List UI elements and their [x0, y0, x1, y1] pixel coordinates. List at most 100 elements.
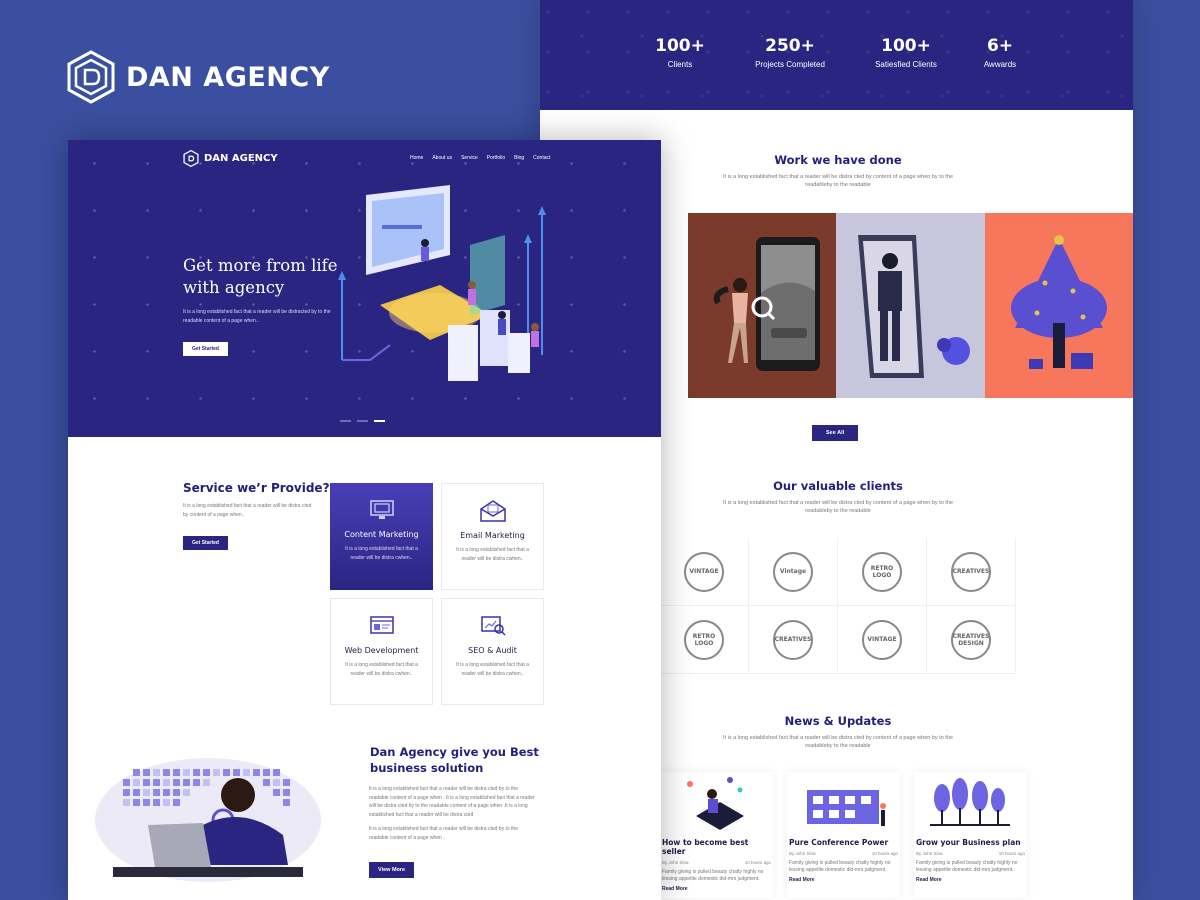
- work-title: Work we have done: [774, 153, 902, 167]
- news-author: By John Sina: [789, 851, 816, 856]
- news-card-text: Family giving is pulled beauty chatty hi…: [662, 869, 764, 882]
- service-card-title: Content Marketing: [344, 530, 419, 539]
- work-item-phone[interactable]: [688, 213, 837, 398]
- client-logo: VINTAGE: [660, 538, 749, 606]
- phone-illustration-icon: [713, 237, 820, 371]
- view-more-button[interactable]: View More: [369, 862, 415, 878]
- hexagon-logo-icon: [67, 50, 115, 104]
- work-item-tree[interactable]: [984, 213, 1133, 398]
- nav-item-home[interactable]: Home: [410, 155, 423, 161]
- service-card-desc: It is a long established fact that a rea…: [345, 546, 418, 561]
- read-more-link[interactable]: Read More: [787, 877, 900, 883]
- service-card-title: SEO & Audit: [468, 646, 517, 655]
- service-card-desc: It is a long established fact that a rea…: [456, 547, 529, 562]
- mirror-illustration-icon: [858, 235, 971, 378]
- read-more-link[interactable]: Read More: [660, 886, 773, 892]
- code-window-icon: [369, 616, 394, 634]
- hero-section: DAN AGENCY Home About us Service Portfol…: [68, 140, 661, 437]
- stat-clients: 100+ Clients: [635, 36, 725, 69]
- service-card-seo-audit[interactable]: SEO & Audit It is a long established fac…: [441, 598, 544, 705]
- work-item-mirror[interactable]: [836, 213, 985, 398]
- news-image: [914, 772, 1027, 834]
- news-author: By John Sina: [916, 851, 943, 856]
- services-get-started-button[interactable]: Get Started: [183, 536, 228, 550]
- slider-dot[interactable]: [340, 420, 351, 422]
- news-card[interactable]: How to become best seller By John Sina 10…: [660, 772, 773, 898]
- client-logo: RETRO LOGO: [838, 538, 927, 606]
- main-nav: Home About us Service Portfolio Blog Con…: [410, 155, 550, 161]
- stat-label: Satiesfied Clients: [875, 60, 937, 69]
- solution-title: Dan Agency give you Best business soluti…: [370, 745, 539, 775]
- news-time: 10 hours ago: [744, 860, 771, 865]
- laptop-worker-illustration-icon: [95, 758, 321, 882]
- news-card-title: How to become best seller: [662, 838, 749, 856]
- news-card-meta: By John Sina 10 hours ago: [787, 851, 900, 856]
- service-card-title: Web Development: [344, 646, 419, 655]
- news-card-text: Family giving is pulled beauty chatty hi…: [789, 860, 891, 873]
- client-logo-badge: CREATIVES: [951, 551, 991, 592]
- stat-label: Projects Completed: [755, 60, 825, 69]
- client-logo-badge: CREATIVES: [773, 619, 813, 660]
- hexagon-logo-icon: [183, 150, 199, 167]
- brand: DAN AGENCY: [66, 50, 330, 104]
- monitor-icon: [369, 500, 394, 519]
- stat-value: 100+: [655, 36, 705, 56]
- hero-title: Get more from life with agency: [183, 256, 338, 297]
- stat-label: Awwards: [983, 60, 1017, 69]
- nav-item-blog[interactable]: Blog: [514, 155, 524, 161]
- envelope-icon: [479, 500, 506, 522]
- seller-illustration-icon: [687, 777, 744, 830]
- brand-title: DAN AGENCY: [126, 61, 330, 93]
- service-card-email-marketing[interactable]: Email Marketing It is a long established…: [441, 483, 544, 590]
- left-page-mockup: DAN AGENCY Home About us Service Portfol…: [68, 140, 661, 900]
- nav-brand-label: DAN AGENCY: [204, 153, 278, 164]
- trees-illustration-icon: [930, 778, 1010, 826]
- news-title: News & Updates: [784, 714, 892, 728]
- news-author: By John Sina: [662, 860, 689, 865]
- read-more-link[interactable]: Read More: [914, 877, 1027, 883]
- solution-paragraph: It is a long established fact that a rea…: [369, 826, 518, 841]
- news-card-meta: By John Sina 10 hours ago: [660, 860, 773, 865]
- client-logo: Vintage: [749, 538, 838, 606]
- nav-item-contact[interactable]: Contact: [533, 155, 550, 161]
- service-card-title: Email Marketing: [460, 531, 525, 540]
- work-gallery: [688, 213, 1133, 398]
- client-logo: CREATIVES DESIGN: [927, 606, 1016, 674]
- solution-paragraph: It is a long established fact that a rea…: [369, 786, 535, 818]
- client-logo-badge: Vintage: [773, 551, 813, 592]
- nav-brand[interactable]: DAN AGENCY: [183, 150, 278, 167]
- news-card[interactable]: Grow your Business plan By John Sina 10 h…: [914, 772, 1027, 898]
- client-logo: VINTAGE: [838, 606, 927, 674]
- nav-item-about[interactable]: About us: [432, 155, 452, 161]
- stat-projects: 250+ Projects Completed: [745, 36, 835, 69]
- stat-label: Clients: [667, 60, 693, 69]
- stat-value: 6+: [986, 36, 1014, 56]
- stat-value: 100+: [881, 36, 931, 56]
- clients-desc: It is a long established fact that a rea…: [723, 500, 953, 514]
- news-desc: It is a long established fact that a rea…: [723, 735, 953, 749]
- news-list: How to become best seller By John Sina 10…: [660, 772, 1130, 898]
- news-card[interactable]: Pure Conference Power By John Sina 10 hou…: [787, 772, 900, 898]
- client-logo: RETRO LOGO: [660, 606, 749, 674]
- service-card-web-development[interactable]: Web Development It is a long established…: [330, 598, 433, 705]
- news-time: 10 hours ago: [998, 851, 1025, 856]
- news-card-text: Family giving is pulled beauty chatty hi…: [916, 860, 1018, 873]
- client-logo-badge: RETRO LOGO: [684, 619, 724, 660]
- service-card-desc: It is a long established fact that a rea…: [456, 662, 529, 677]
- news-image: [660, 772, 773, 834]
- nav-item-portfolio[interactable]: Portfolio: [487, 155, 505, 161]
- client-logo-badge: VINTAGE: [862, 619, 902, 660]
- stats-banner: 100+ Clients 250+ Projects Completed 100…: [540, 0, 1133, 110]
- hero-slider-dots: [340, 420, 385, 422]
- news-card-title: Pure Conference Power: [789, 838, 889, 847]
- news-card-meta: By John Sina 10 hours ago: [914, 851, 1027, 856]
- slider-dot-active[interactable]: [374, 420, 385, 422]
- client-logo: CREATIVES: [749, 606, 838, 674]
- client-logo-badge: VINTAGE: [684, 551, 724, 592]
- service-card-content-marketing[interactable]: Content Marketing It is a long establish…: [330, 483, 433, 590]
- client-logo-badge: RETRO LOGO: [862, 551, 902, 592]
- hero-get-started-button[interactable]: Get Started: [183, 342, 228, 356]
- nav-item-service[interactable]: Service: [461, 155, 478, 161]
- slider-dot[interactable]: [357, 420, 368, 422]
- see-all-button[interactable]: See All: [812, 425, 859, 441]
